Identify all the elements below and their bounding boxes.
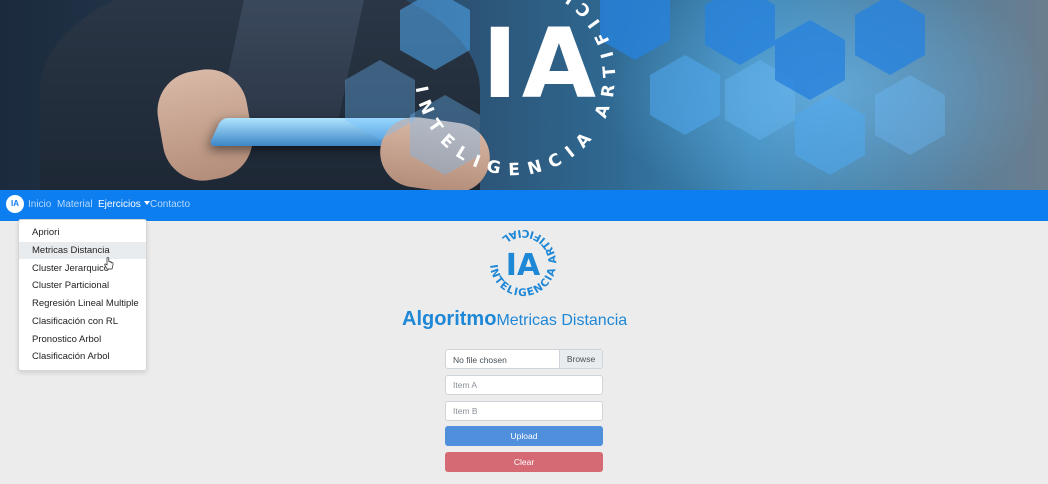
- logo-ia-text: IA: [506, 248, 541, 283]
- nav-link-ejercicios-label: Ejercicios: [98, 199, 141, 210]
- dropdown-item-metricas-distancia[interactable]: Metricas Distancia: [19, 242, 146, 259]
- nav-link-contacto[interactable]: Contacto: [150, 199, 190, 210]
- ia-logo: INTELIGENCIA ARTIFICIAL IA: [487, 227, 558, 299]
- nav-link-inicio[interactable]: Inicio: [28, 199, 51, 210]
- file-input[interactable]: No file chosen Browse: [445, 349, 603, 369]
- hand-pointer-cursor-icon: [104, 257, 114, 270]
- page-title-rest: Metricas Distancia: [496, 312, 628, 329]
- item-b-input[interactable]: [445, 401, 603, 421]
- dropdown-item-cluster-particional[interactable]: Cluster Particional: [19, 277, 146, 294]
- clear-button[interactable]: Clear: [445, 452, 603, 472]
- dropdown-item-clasificacion-arbol[interactable]: Clasificación Arbol: [19, 348, 146, 365]
- brand-logo-icon[interactable]: IA: [6, 195, 24, 213]
- dropdown-item-regresion-lineal-multiple[interactable]: Regresión Lineal Multiple: [19, 295, 146, 312]
- banner-ia-title: IA: [482, 8, 601, 120]
- upload-button[interactable]: Upload: [445, 426, 603, 446]
- page-title: AlgoritmoMetricas Distancia: [402, 308, 627, 331]
- dropdown-item-cluster-jerarquico[interactable]: Cluster Jerarquico: [19, 260, 146, 277]
- item-a-input[interactable]: [445, 375, 603, 395]
- nav-link-ejercicios[interactable]: Ejercicios: [98, 199, 150, 210]
- hero-banner: INTELIGENCIA ARTIFICIAL IA: [0, 0, 1048, 190]
- dropdown-item-pronostico-arbol[interactable]: Pronostico Arbol: [19, 331, 146, 348]
- navbar: IA Inicio Material Ejercicios Contacto: [0, 190, 1048, 221]
- file-input-label: No file chosen: [453, 355, 507, 365]
- dropdown-item-apriori[interactable]: Apriori: [19, 224, 146, 241]
- browse-button[interactable]: Browse: [559, 350, 602, 368]
- nav-link-material[interactable]: Material: [57, 199, 93, 210]
- dropdown-item-clasificacion-con-rl[interactable]: Clasificación con RL: [19, 313, 146, 330]
- caret-down-icon: [143, 201, 150, 205]
- page-title-bold: Algoritmo: [402, 308, 497, 330]
- ejercicios-dropdown-menu: Apriori Metricas Distancia Cluster Jerar…: [18, 219, 147, 371]
